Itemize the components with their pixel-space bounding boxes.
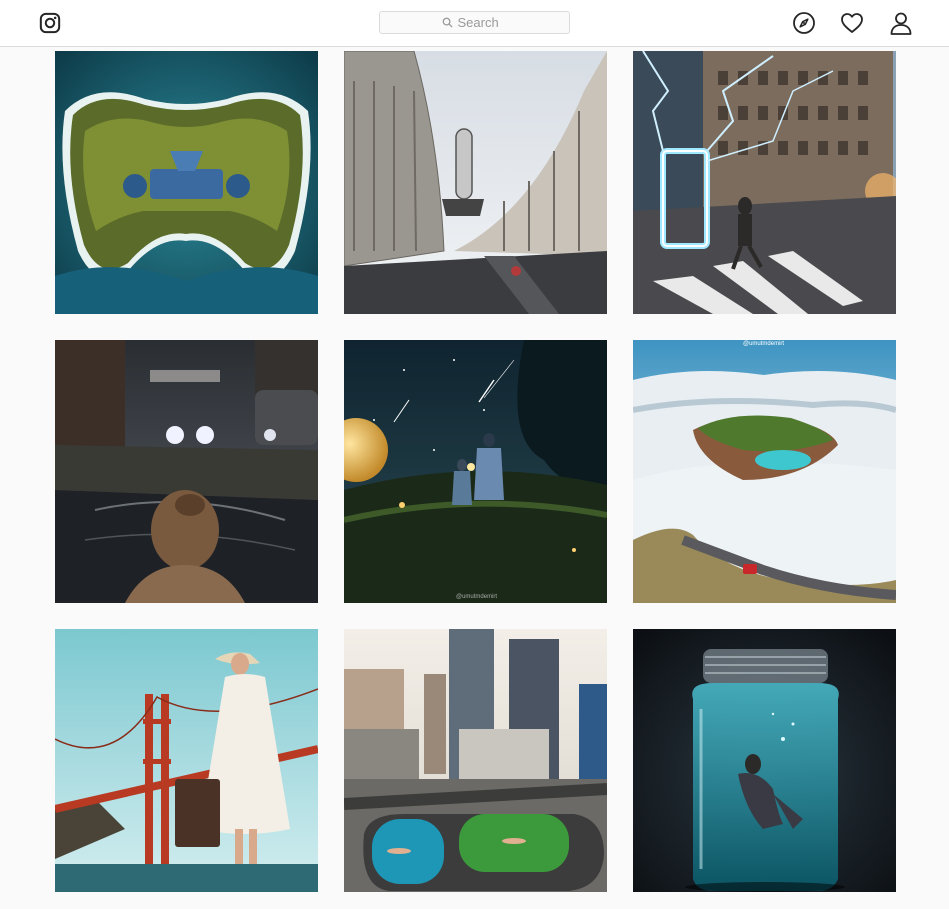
post-tile[interactable] — [55, 51, 318, 314]
heart-icon[interactable] — [840, 11, 864, 35]
post-tile[interactable] — [633, 51, 896, 314]
post-image-sky-island: @umutmdemirt — [633, 340, 896, 603]
post-image-jar-underwater — [633, 629, 896, 892]
post-image-zipper-street — [344, 51, 607, 314]
post-image-golden-gate-giant — [55, 629, 318, 892]
post-image-city-river — [55, 340, 318, 603]
post-tile[interactable]: @umutmdemirt — [633, 340, 896, 603]
search-box[interactable] — [379, 11, 570, 34]
search-input[interactable] — [457, 15, 508, 30]
post-image-moon-night: @umutmdemirt — [344, 340, 607, 603]
post-image-city-pools — [344, 629, 607, 892]
post-tile[interactable] — [344, 51, 607, 314]
search-icon — [442, 17, 453, 28]
posts-grid: @umutmdemirt @umutmdemirt — [55, 51, 896, 892]
watermark-text: @umutmdemirt — [456, 594, 497, 600]
post-tile[interactable]: @umutmdemirt — [344, 340, 607, 603]
post-image-electric-portal — [633, 51, 896, 314]
post-tile[interactable] — [55, 340, 318, 603]
instagram-icon[interactable] — [39, 12, 61, 34]
watermark-text: @umutmdemirt — [743, 341, 784, 347]
post-image-controller-island — [55, 51, 318, 314]
user-icon[interactable] — [889, 11, 913, 35]
post-tile[interactable] — [633, 629, 896, 892]
top-nav-bar — [0, 0, 949, 47]
post-tile[interactable] — [55, 629, 318, 892]
compass-icon[interactable] — [792, 11, 816, 35]
post-tile[interactable] — [344, 629, 607, 892]
